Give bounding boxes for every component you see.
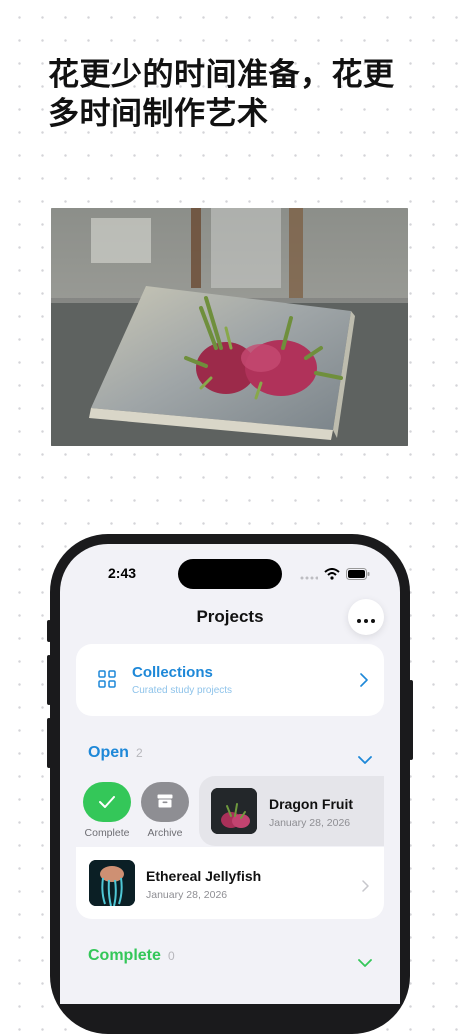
project-date: January 28, 2026 [146,889,228,901]
dragon-fruit-thumbnail [211,788,257,834]
battery-icon [346,565,370,584]
chevron-down-icon[interactable] [358,952,372,971]
collections-title: Collections [132,664,213,681]
project-date: January 28, 2026 [269,817,351,829]
status-icons [300,567,370,581]
archive-action-button[interactable] [141,782,189,822]
chevron-right-icon [362,877,369,896]
wifi-icon [324,565,340,584]
collections-subtitle: Curated study projects [132,685,233,696]
more-options-button[interactable] [348,599,384,635]
app-screen: 2:43 Projects Collections Curated study … [60,544,400,1004]
section-complete-label[interactable]: Complete [88,947,161,965]
volume-down-button [47,718,51,768]
chevron-right-icon [360,672,368,691]
volume-up-button [47,655,51,705]
signal-icon [300,565,319,584]
hero-photo [51,208,408,446]
project-row-ethereal-jellyfish[interactable]: Ethereal Jellyfish January 28, 2026 [76,847,384,919]
section-open-count: 2 [136,746,143,760]
collections-card[interactable]: Collections Curated study projects [76,644,384,716]
dynamic-island [178,559,282,589]
ellipsis-icon [357,608,375,627]
chevron-down-icon[interactable] [358,749,372,768]
archive-action-label: Archive [147,827,183,839]
grid-icon [98,670,116,692]
project-title: Ethereal Jellyfish [146,868,262,884]
headline: 花更少的时间准备，花更多时间制作艺术 [48,57,395,132]
checkmark-icon [99,793,115,812]
complete-action-label: Complete [84,827,130,839]
project-row-dragon-fruit[interactable]: Dragon Fruit January 28, 2026 [199,776,384,846]
project-title: Dragon Fruit [269,796,353,812]
mute-switch [47,620,51,642]
complete-action-button[interactable] [83,782,131,822]
ethereal-jellyfish-thumbnail [89,860,135,906]
section-complete-count: 0 [168,949,175,963]
status-time: 2:43 [108,565,137,581]
archive-box-icon [157,793,173,812]
power-button [409,680,413,760]
section-open-label[interactable]: Open [88,744,129,762]
